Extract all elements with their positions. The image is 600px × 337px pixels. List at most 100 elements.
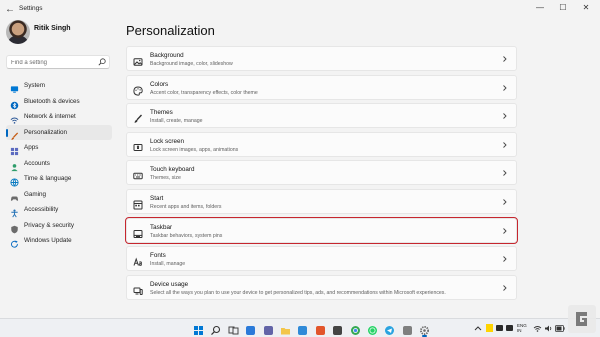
shield-icon: [10, 221, 19, 234]
sidebar-item-label: Time & language: [24, 175, 72, 183]
chevron-right-icon: [502, 197, 508, 207]
sidebar-item-accounts[interactable]: Accounts: [6, 156, 112, 172]
fonts-icon: [133, 254, 143, 266]
settings-card-device-usage[interactable]: Device usage Select all the ways you plan…: [126, 274, 517, 300]
sidebar-item-privacy-security[interactable]: Privacy & security: [6, 218, 112, 234]
start-icon[interactable]: [193, 323, 204, 335]
chevron-up-icon[interactable]: [474, 325, 482, 332]
settings-card-colors[interactable]: Colors Accent color, transparency effects…: [126, 74, 517, 100]
palette-icon: [133, 83, 143, 96]
sidebar-item-personalization[interactable]: Personalization: [6, 124, 112, 140]
sidebar-item-label: Accessibility: [24, 206, 59, 214]
chevron-right-icon: [502, 83, 508, 93]
file-explorer-icon[interactable]: [280, 323, 291, 335]
taskbar: ENG IN: [0, 318, 600, 337]
sidebar-item-apps[interactable]: Apps: [6, 140, 112, 156]
sidebar-item-label: Network & internet: [24, 113, 76, 121]
controller-icon: [10, 190, 19, 201]
sidebar-item-windows-update[interactable]: Windows Update: [6, 233, 112, 249]
settings-card-lock-screen[interactable]: Lock screen Lock screen images, apps, ani…: [126, 131, 517, 157]
settings-card-taskbar[interactable]: Taskbar Taskbar behaviors, system pins: [125, 217, 518, 244]
card-subtitle: Background image, color, slideshow: [150, 61, 233, 67]
minimize-button[interactable]: —: [533, 2, 547, 14]
gadgets-logo-watermark: [568, 305, 596, 333]
user-profile[interactable]: Ritik Singh: [6, 20, 116, 46]
settings-card-background[interactable]: Background Background image, color, slide…: [126, 46, 517, 71]
whatsapp-icon[interactable]: [367, 323, 378, 335]
card-subtitle: Themes, size: [150, 175, 181, 182]
widgets-icon[interactable]: [245, 323, 256, 335]
settings-icon[interactable]: [419, 323, 430, 335]
language-line-2: IN: [517, 328, 522, 333]
chevron-right-icon: [502, 54, 508, 64]
sidebar-nav: System Bluetooth & devices Network & inter…: [6, 78, 112, 249]
settings-card-touch-keyboard[interactable]: Touch keyboard Themes, size: [126, 160, 517, 186]
brush-icon: [10, 128, 19, 140]
card-title: Themes: [150, 109, 173, 117]
lock-screen-icon: [133, 140, 143, 151]
card-subtitle: Install, manage: [150, 261, 186, 268]
chrome-icon[interactable]: [350, 323, 361, 335]
chevron-right-icon: [502, 226, 508, 236]
sidebar-item-label: Personalization: [24, 128, 68, 136]
wifi-icon: [10, 112, 19, 124]
photos-icon[interactable]: [402, 323, 413, 335]
maximize-button[interactable]: ☐: [556, 2, 570, 14]
back-arrow-icon[interactable]: ←: [4, 4, 16, 16]
tray-app-icon[interactable]: [506, 325, 513, 331]
search-input[interactable]: [11, 57, 97, 68]
card-title: Fonts: [150, 252, 166, 260]
volume-icon[interactable]: [544, 324, 553, 333]
bluetooth-icon: [10, 97, 19, 110]
search-icon[interactable]: [210, 323, 221, 336]
card-title: Start: [150, 194, 164, 202]
sidebar-item-label: Apps: [24, 144, 39, 152]
sidebar-item-network-internet[interactable]: Network & internet: [6, 109, 112, 125]
keyboard-icon: [133, 168, 143, 180]
card-title: Background: [150, 52, 184, 59]
person-icon: [10, 159, 19, 171]
apps-icon: [10, 143, 19, 156]
card-title: Taskbar: [150, 223, 173, 231]
battery-icon[interactable]: [555, 325, 565, 332]
tray-app-icon[interactable]: [496, 325, 503, 331]
task-view-icon[interactable]: [228, 323, 239, 335]
sidebar-item-time-language[interactable]: Time & language: [6, 171, 112, 187]
device-usage-icon: [133, 283, 143, 295]
search-icon: [98, 58, 106, 66]
brush-icon: [133, 111, 143, 123]
sidebar-item-gaming[interactable]: Gaming: [6, 187, 112, 203]
monitor-icon: [10, 81, 19, 93]
settings-card-themes[interactable]: Themes Install, create, manage: [126, 103, 517, 129]
card-subtitle: Recent apps and items, folders: [150, 203, 222, 210]
sidebar-item-label: Accounts: [24, 159, 50, 167]
close-button[interactable]: ✕: [579, 2, 593, 14]
sticky-notes-icon[interactable]: [486, 324, 493, 332]
chevron-right-icon: [502, 168, 508, 178]
store-icon[interactable]: [332, 323, 343, 335]
wifi-icon[interactable]: [533, 324, 542, 333]
sidebar-item-label: Gaming: [24, 190, 47, 198]
card-subtitle: Taskbar behaviors, system pins: [150, 232, 223, 239]
telegram-icon[interactable]: [384, 323, 395, 335]
sidebar-item-system[interactable]: System: [6, 78, 112, 94]
globe-clock-icon: [10, 174, 19, 187]
search-box[interactable]: [6, 55, 110, 69]
avatar: [6, 20, 30, 44]
settings-card-fonts[interactable]: Fonts Install, manage: [126, 246, 517, 272]
settings-card-start[interactable]: Start Recent apps and items, folders: [126, 188, 517, 214]
user-name: Ritik Singh: [34, 25, 71, 32]
active-app-indicator: [422, 335, 428, 337]
image-icon: [133, 54, 143, 66]
edge-icon[interactable]: [297, 323, 308, 335]
card-title: Colors: [150, 80, 169, 88]
sidebar-item-accessibility[interactable]: Accessibility: [6, 202, 112, 218]
sidebar-item-bluetooth-devices[interactable]: Bluetooth & devices: [6, 94, 112, 110]
card-subtitle: Lock screen images, apps, animations: [150, 146, 239, 153]
brave-icon[interactable]: [315, 323, 326, 335]
chat-icon[interactable]: [263, 323, 274, 335]
card-subtitle: Accent color, transparency effects, colo…: [150, 89, 258, 96]
card-title: Touch keyboard: [150, 166, 195, 174]
title-bar: ← Settings — ☐ ✕: [0, 0, 600, 20]
language-indicator[interactable]: ENG IN: [517, 323, 527, 333]
